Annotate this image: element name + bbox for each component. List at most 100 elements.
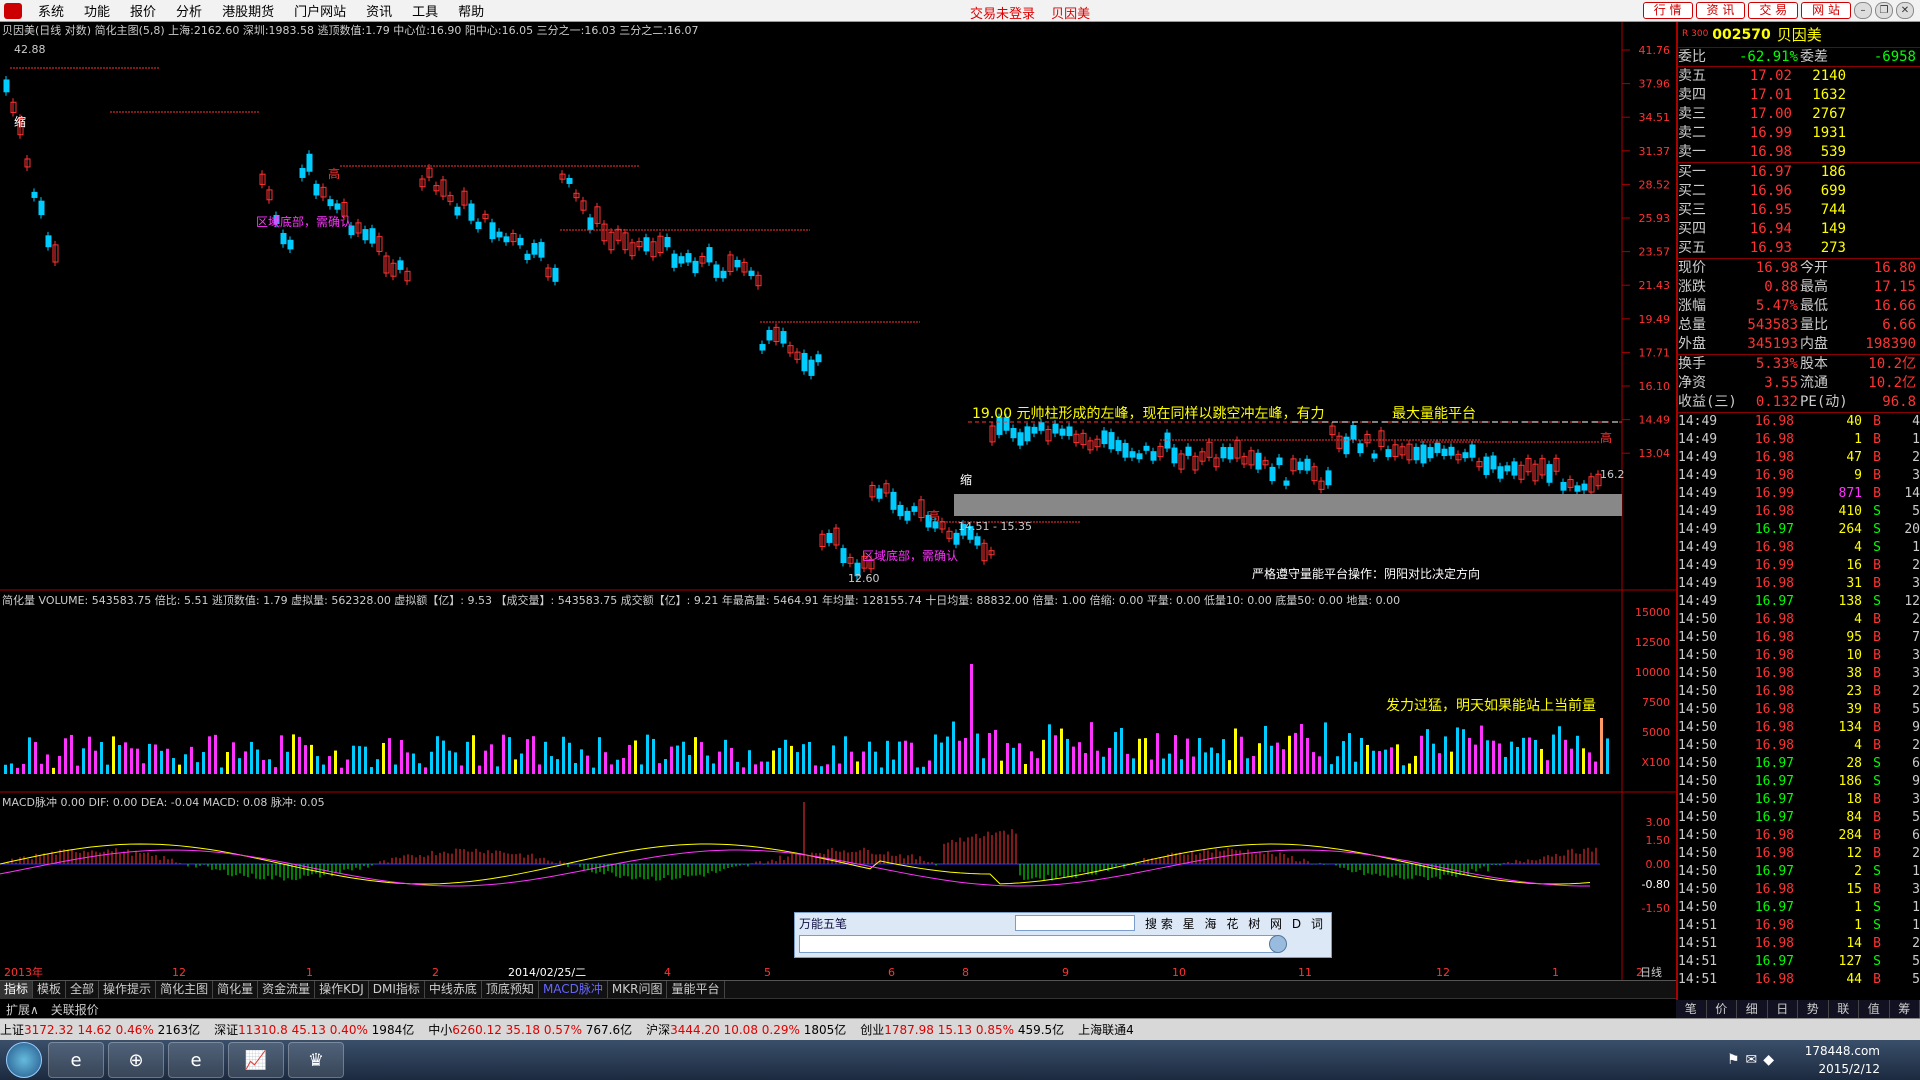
candle-body — [468, 203, 475, 221]
volume-bar — [706, 755, 709, 774]
news-button[interactable]: 资 讯 — [1695, 2, 1746, 19]
volume-bar — [1444, 736, 1447, 774]
menu-item-news[interactable]: 资讯 — [356, 1, 402, 20]
tick-count: 5 — [1912, 954, 1920, 969]
indicator-tab[interactable]: 简化量 — [213, 981, 259, 998]
index-item[interactable]: 创业1787.98 15.13 0.85% 459.5亿 — [860, 1021, 1064, 1038]
minimize-icon[interactable]: – — [1854, 2, 1872, 19]
ime-link-3[interactable]: 花 — [1226, 917, 1238, 931]
ime-link-6[interactable]: D — [1292, 917, 1301, 931]
ime-input[interactable] — [799, 935, 1279, 953]
close-icon[interactable]: ✕ — [1896, 2, 1914, 19]
related-quote-tab[interactable]: 关联报价 — [45, 999, 105, 1018]
menu-item-analysis[interactable]: 分析 — [166, 1, 212, 20]
ime-link-7[interactable]: 词 — [1311, 917, 1323, 931]
chart-canvas[interactable]: 贝因美(日线 对数) 简化主图(5,8) 上海:2162.60 深圳:1983.… — [0, 22, 1676, 980]
volume-bar — [328, 756, 331, 774]
volume-bar — [556, 759, 559, 774]
kline-chart-area[interactable]: 贝因美(日线 对数) 简化主图(5,8) 上海:2162.60 深圳:1983.… — [0, 22, 1680, 1018]
indicator-tab[interactable]: DMI指标 — [369, 981, 425, 998]
menu-item-portal[interactable]: 门户网站 — [284, 1, 356, 20]
candle-body — [1164, 432, 1171, 449]
ime-search-box[interactable] — [1015, 915, 1135, 931]
ime-search-icon[interactable] — [1269, 935, 1287, 953]
side-tab[interactable]: 细 — [1737, 1000, 1768, 1018]
indicator-tab[interactable]: 指标 — [0, 981, 34, 998]
ime-link-2[interactable]: 海 — [1205, 917, 1217, 931]
shrink-mark: 缩 — [14, 114, 26, 129]
ie2-taskbar-icon[interactable]: e — [168, 1042, 224, 1078]
indicator-tab[interactable]: 简化主图 — [156, 981, 214, 998]
volume-note: 发力过猛，明天如果能站上当前量 — [1386, 697, 1596, 714]
ime-link-1[interactable]: 星 — [1183, 917, 1195, 931]
stock-app-taskbar-icon[interactable]: 📈 — [228, 1042, 284, 1078]
volume-tick-label: 10000 — [1635, 666, 1670, 679]
volume-bar — [1582, 748, 1585, 774]
indicator-tab[interactable]: 量能平台 — [667, 981, 725, 998]
index-item[interactable]: 沪深3444.20 10.08 0.29% 1805亿 — [646, 1021, 846, 1038]
expand-tab[interactable]: 扩展∧ — [0, 999, 45, 1018]
stat-value: 3.55 — [1764, 375, 1798, 391]
tick-side: B — [1873, 738, 1881, 753]
ime-search-button[interactable]: 搜 索 — [1145, 917, 1173, 931]
menu-item-function[interactable]: 功能 — [74, 1, 120, 20]
tick-time: 14:51 — [1678, 954, 1718, 969]
index-item[interactable]: 中小6260.12 35.18 0.57% 767.6亿 — [428, 1021, 632, 1038]
menu-item-tools[interactable]: 工具 — [402, 1, 448, 20]
side-tab[interactable]: 价 — [1707, 1000, 1737, 1018]
index-name: 深证 — [214, 1023, 239, 1037]
indicator-tab[interactable]: 全部 — [66, 981, 100, 998]
tick-count: 4 — [1912, 414, 1920, 429]
candle-body — [1448, 446, 1455, 456]
side-tab[interactable]: 势 — [1798, 1000, 1829, 1018]
quote-button[interactable]: 行 情 — [1642, 2, 1693, 19]
restore-icon[interactable]: ❐ — [1875, 2, 1893, 19]
volume-bar — [916, 767, 919, 774]
system-tray-icons[interactable]: ⚑✉◆ — [1727, 1052, 1780, 1068]
ime-link-4[interactable]: 树 — [1248, 917, 1260, 931]
tick-price: 16.98 — [1754, 972, 1794, 987]
taskbar-clock[interactable]: 178448.com 2015/2/12 — [1805, 1042, 1880, 1078]
tick-volume: 1 — [1854, 918, 1862, 933]
tick-count: 5 — [1912, 972, 1920, 987]
index-item[interactable]: 深证11310.8 45.13 0.40% 1984亿 — [214, 1021, 414, 1038]
volume-bar — [1084, 753, 1087, 774]
time-axis-label: 2014/02/25/二 — [508, 966, 586, 979]
side-tab[interactable]: 筹 — [1890, 1000, 1920, 1018]
volume-bar — [1384, 749, 1387, 774]
indicator-tab[interactable]: 顶底预知 — [482, 981, 539, 998]
indicator-tab[interactable]: 中线赤底 — [425, 981, 482, 998]
candle-body — [1038, 422, 1045, 431]
candle-body — [3, 79, 10, 93]
indicator-tab[interactable]: 操作KDJ — [315, 981, 369, 998]
indicator-tab[interactable]: 资金流量 — [258, 981, 316, 998]
index-change: 15.13 — [937, 1023, 976, 1037]
menu-item-quote[interactable]: 报价 — [120, 1, 166, 20]
ime-link-5[interactable]: 网 — [1270, 917, 1282, 931]
index-item[interactable]: 上证3172.32 14.62 0.46% 2163亿 — [0, 1021, 200, 1038]
side-tab[interactable]: 日 — [1768, 1000, 1798, 1018]
menu-item-help[interactable]: 帮助 — [448, 1, 494, 20]
trade-button[interactable]: 交 易 — [1748, 2, 1799, 19]
indicator-tab[interactable]: MKR问图 — [608, 981, 668, 998]
candle-body — [1297, 461, 1304, 471]
indicator-tab[interactable]: MACD脉冲 — [539, 981, 608, 998]
start-button-icon[interactable] — [6, 1042, 42, 1078]
tick-list[interactable]: 14:49 16.98 40 B 4 14:49 16.98 1 B 1 14:49 16.98 47 B… — [1678, 413, 1920, 989]
indicator-tab[interactable]: 操作提示 — [99, 981, 157, 998]
ie-taskbar-icon[interactable]: e — [48, 1042, 104, 1078]
bank-taskbar-icon[interactable]: ⊕ — [108, 1042, 164, 1078]
side-tab[interactable]: 联 — [1829, 1000, 1859, 1018]
volume-bar — [352, 745, 355, 774]
indicator-tab[interactable]: 模板 — [33, 981, 67, 998]
cup-taskbar-icon[interactable]: ♛ — [288, 1042, 344, 1078]
stat-value-2: 198390 — [1865, 336, 1916, 352]
menu-item-system[interactable]: 系统 — [28, 1, 74, 20]
side-tab[interactable]: 笔 — [1676, 1000, 1707, 1018]
tick-side: B — [1873, 666, 1881, 681]
volume-bar — [526, 739, 529, 774]
website-button[interactable]: 网 站 — [1801, 2, 1851, 19]
tick-time: 14:49 — [1678, 594, 1718, 609]
menu-item-hk-futures[interactable]: 港股期货 — [212, 1, 284, 20]
side-tab[interactable]: 值 — [1859, 1000, 1890, 1018]
